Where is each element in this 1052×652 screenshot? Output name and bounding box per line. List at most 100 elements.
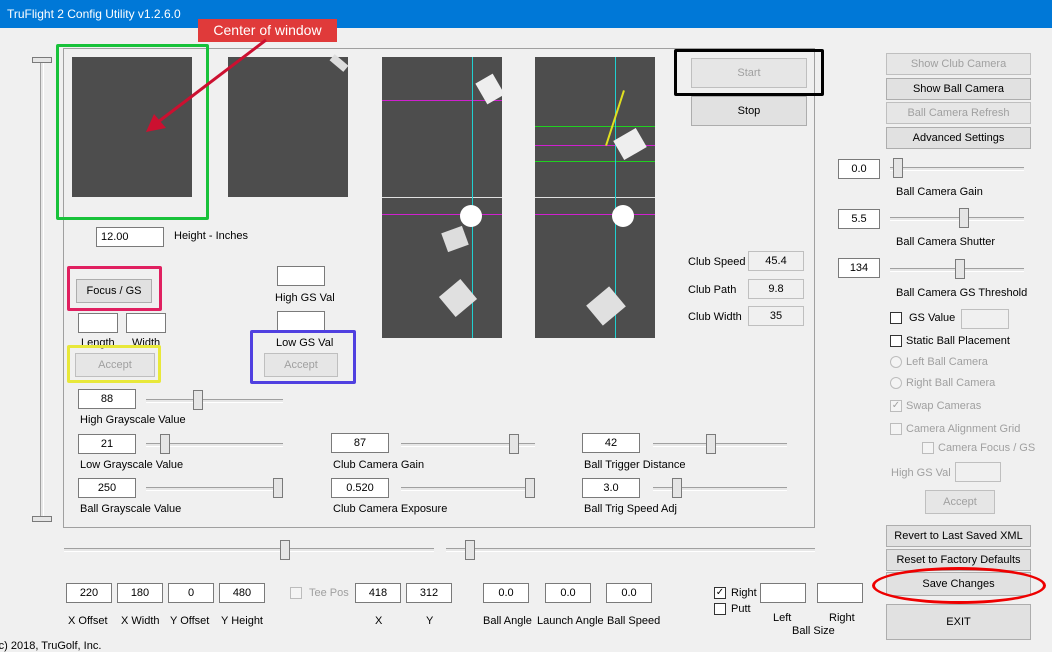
ball-camera-shutter-input[interactable]: 5.5 [838, 209, 880, 229]
ball-size-right-input[interactable] [817, 583, 863, 603]
ball-camera-gain-input[interactable]: 0.0 [838, 159, 880, 179]
putt-label: Putt [731, 603, 751, 615]
x-input[interactable]: 418 [355, 583, 401, 603]
horizontal-slider-right[interactable] [446, 548, 815, 552]
show-club-camera-button[interactable]: Show Club Camera [886, 53, 1031, 75]
ball-size-right-label: Right [829, 612, 855, 624]
copyright: (c) 2018, TruGolf, Inc. [0, 640, 102, 652]
x-width-input[interactable]: 180 [117, 583, 163, 603]
vertical-slider-thumb-top[interactable] [32, 57, 52, 63]
horizontal-slider-right-thumb[interactable] [465, 540, 475, 560]
gs-value-input[interactable] [961, 309, 1009, 329]
left-ball-camera-label: Left Ball Camera [906, 356, 988, 368]
high-gs-val-label: High GS Val [891, 467, 951, 479]
vertical-slider-track[interactable] [40, 60, 44, 522]
club-edge [329, 54, 349, 72]
right-accept-button[interactable]: Accept [925, 490, 995, 514]
club-camera-gain-input[interactable]: 87 [331, 433, 389, 453]
ball-camera-gs-threshold-input[interactable]: 134 [838, 258, 880, 278]
ball-camera-gain-slider[interactable] [890, 167, 1024, 171]
right-ball-camera-label: Right Ball Camera [906, 377, 996, 389]
ball-grayscale-thumb[interactable] [273, 478, 283, 498]
high-grayscale-thumb[interactable] [193, 390, 203, 410]
high-gs-input[interactable] [277, 266, 325, 286]
highlight-blue [250, 330, 356, 384]
ball-trig-speed-adj-input[interactable]: 3.0 [582, 478, 640, 498]
x-offset-input[interactable]: 220 [66, 583, 112, 603]
club-camera-exposure-slider[interactable] [401, 487, 535, 491]
ball-camera-refresh-button[interactable]: Ball Camera Refresh [886, 102, 1031, 124]
camera-focus-gs-checkbox[interactable] [922, 442, 934, 454]
low-grayscale-input[interactable]: 21 [78, 434, 136, 454]
vertical-slider-thumb-bottom[interactable] [32, 516, 52, 522]
camera-alignment-grid-label: Camera Alignment Grid [906, 423, 1021, 435]
club-camera-exposure-input[interactable]: 0.520 [331, 478, 389, 498]
highlight-red [67, 266, 162, 311]
high-gs-label: High GS Val [275, 292, 335, 304]
ball-speed-label: Ball Speed [607, 615, 661, 627]
ball-camera-shutter-slider[interactable] [890, 217, 1024, 221]
ball-angle-input[interactable]: 0.0 [483, 583, 529, 603]
high-grayscale-input[interactable]: 88 [78, 389, 136, 409]
gs-value-label: GS Value [909, 312, 956, 324]
right-ball-camera-radio[interactable] [890, 377, 902, 389]
club-camera-image-left [382, 57, 505, 338]
tee-pos-checkbox[interactable] [290, 587, 302, 599]
high-gs-val-input[interactable] [955, 462, 1001, 482]
camera-alignment-grid-checkbox[interactable] [890, 423, 902, 435]
y-height-input[interactable]: 480 [219, 583, 265, 603]
height-input[interactable]: 12.00 [96, 227, 164, 247]
club-width-value: 35 [748, 306, 804, 326]
swap-cameras-label: Swap Cameras [906, 400, 982, 412]
ball-grayscale-input[interactable]: 250 [78, 478, 136, 498]
club-head [586, 286, 626, 326]
ball-speed-input[interactable]: 0.0 [606, 583, 652, 603]
y-offset-label: Y Offset [170, 615, 210, 627]
club-camera-image-right [535, 57, 655, 338]
revert-button[interactable]: Revert to Last Saved XML [886, 525, 1031, 547]
camera-focus-gs-label: Camera Focus / GS [938, 442, 1036, 454]
ball-trigger-distance-input[interactable]: 42 [582, 433, 640, 453]
low-grayscale-thumb[interactable] [160, 434, 170, 454]
height-label: Height - Inches [174, 230, 248, 242]
window-title: TruFlight 2 Config Utility v1.2.6.0 [7, 7, 181, 21]
magenta-line [535, 214, 655, 215]
y-offset-input[interactable]: 0 [168, 583, 214, 603]
launch-angle-label: Launch Angle [537, 615, 604, 627]
y-input[interactable]: 312 [406, 583, 452, 603]
gs-value-checkbox[interactable] [890, 312, 902, 324]
high-grayscale-slider[interactable] [146, 399, 283, 403]
ball-camera-gain-thumb[interactable] [893, 158, 903, 178]
club-camera-gain-label: Club Camera Gain [333, 459, 425, 471]
launch-angle-input[interactable]: 0.0 [545, 583, 591, 603]
ball-marker [612, 205, 634, 227]
ball-grayscale-slider[interactable] [146, 487, 283, 491]
static-ball-placement-checkbox[interactable] [890, 335, 902, 347]
horizontal-slider-left-thumb[interactable] [280, 540, 290, 560]
ball-camera-gs-threshold-thumb[interactable] [955, 259, 965, 279]
divider-line [535, 197, 655, 198]
ball-trigger-distance-slider[interactable] [653, 443, 787, 447]
exit-button[interactable]: EXIT [886, 604, 1031, 640]
advanced-settings-button[interactable]: Advanced Settings [886, 127, 1031, 149]
x-offset-label: X Offset [68, 615, 108, 627]
low-gs-input[interactable] [277, 311, 325, 331]
arrow-icon [146, 38, 267, 132]
ball-size-left-input[interactable] [760, 583, 806, 603]
club-camera-exposure-thumb[interactable] [525, 478, 535, 498]
club-path-label: Club Path [688, 284, 737, 296]
horizontal-slider-left[interactable] [64, 548, 434, 552]
ball-trigger-distance-thumb[interactable] [706, 434, 716, 454]
club-camera-gain-thumb[interactable] [509, 434, 519, 454]
right-checkbox-label: Right [731, 587, 757, 599]
right-checkbox[interactable]: ✓ [714, 587, 726, 599]
length-input[interactable] [78, 313, 118, 333]
show-ball-camera-button[interactable]: Show Ball Camera [886, 78, 1031, 100]
width-input[interactable] [126, 313, 166, 333]
stop-button[interactable]: Stop [691, 96, 807, 126]
swap-cameras-checkbox[interactable]: ✓ [890, 400, 902, 412]
ball-camera-shutter-thumb[interactable] [959, 208, 969, 228]
putt-checkbox[interactable] [714, 603, 726, 615]
ball-trig-speed-adj-thumb[interactable] [672, 478, 682, 498]
left-ball-camera-radio[interactable] [890, 356, 902, 368]
